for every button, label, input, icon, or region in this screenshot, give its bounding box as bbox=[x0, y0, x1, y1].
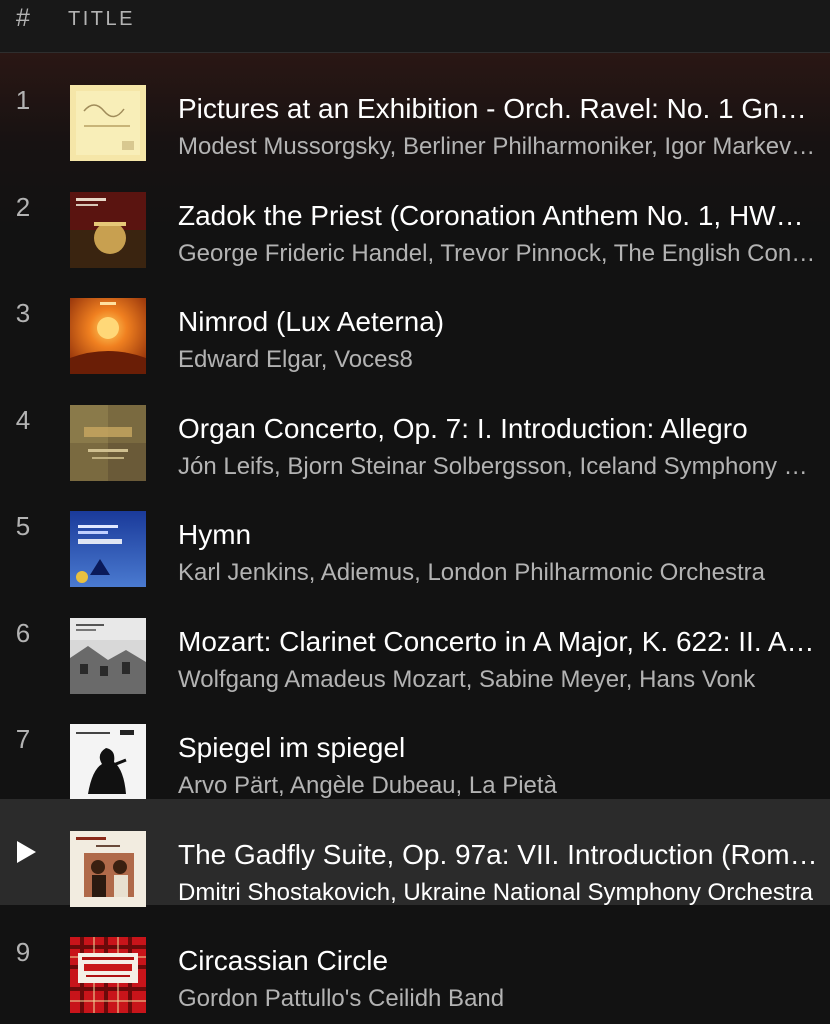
track-title[interactable]: Zadok the Priest (Coronation Anthem No. … bbox=[178, 200, 818, 232]
track-list: 1 Pictures at an Exhibition - Orch. Rave… bbox=[0, 53, 830, 1013]
track-artists[interactable]: Gordon Pattullo's Ceilidh Band bbox=[178, 985, 818, 1013]
track-title[interactable]: Nimrod (Lux Aeterna) bbox=[178, 306, 818, 338]
track-row[interactable]: 5 Hymn Karl Jenkins, Adiemus, London Phi… bbox=[0, 479, 830, 587]
album-cover bbox=[70, 404, 146, 481]
album-cover bbox=[70, 617, 146, 694]
track-artists[interactable]: Jón Leifs, Bjorn Steinar Solbergsson, Ic… bbox=[178, 453, 818, 481]
track-number: 9 bbox=[15, 937, 31, 967]
album-cover bbox=[70, 724, 146, 800]
track-title[interactable]: Spiegel im spiegel bbox=[178, 732, 818, 764]
album-cover bbox=[70, 298, 146, 374]
track-number: 2 bbox=[15, 191, 31, 222]
track-row[interactable]: 2 Zadok the Priest (Coronation Anthem No… bbox=[0, 160, 830, 268]
album-cover bbox=[70, 937, 146, 1013]
track-artists[interactable]: Wolfgang Amadeus Mozart, Sabine Meyer, H… bbox=[178, 666, 818, 694]
track-artists[interactable]: Modest Mussorgsky, Berliner Philharmonik… bbox=[178, 133, 818, 161]
title-column-header[interactable]: TITLE bbox=[68, 8, 135, 31]
album-cover bbox=[70, 85, 146, 161]
track-title[interactable]: Hymn bbox=[178, 519, 818, 551]
tracklist-header: # TITLE bbox=[0, 0, 830, 53]
track-artists[interactable]: Karl Jenkins, Adiemus, London Philharmon… bbox=[178, 559, 818, 587]
track-row[interactable]: 7 Spiegel im spiegel Arvo Pärt, Angèle D… bbox=[0, 692, 830, 800]
track-title[interactable]: Circassian Circle bbox=[178, 945, 818, 977]
track-artists[interactable]: Edward Elgar, Voces8 bbox=[178, 346, 818, 374]
track-number: 5 bbox=[15, 511, 31, 541]
play-icon[interactable] bbox=[17, 840, 36, 863]
track-row[interactable]: 6 Mozart: Clarinet Concerto in A Major, … bbox=[0, 586, 830, 694]
track-title[interactable]: Pictures at an Exhibition - Orch. Ravel:… bbox=[178, 93, 818, 125]
track-row-now-playing[interactable]: The Gadfly Suite, Op. 97a: VII. Introduc… bbox=[0, 798, 830, 907]
track-row[interactable]: 1 Pictures at an Exhibition - Orch. Rave… bbox=[0, 53, 830, 161]
track-title[interactable]: The Gadfly Suite, Op. 97a: VII. Introduc… bbox=[178, 839, 818, 871]
track-artists[interactable]: George Frideric Handel, Trevor Pinnock, … bbox=[178, 240, 818, 268]
track-number: 7 bbox=[15, 724, 31, 754]
track-row[interactable]: 9 Circassian Circle Gordon Pattullo's Ce… bbox=[0, 905, 830, 1013]
track-title[interactable]: Organ Concerto, Op. 7: I. Introduction: … bbox=[178, 413, 818, 445]
track-number: 1 bbox=[15, 85, 31, 115]
number-column-header: # bbox=[16, 4, 30, 32]
track-number: 3 bbox=[15, 298, 31, 328]
track-row[interactable]: 3 Nimrod (Lux Aeterna) Edward Elgar, Voc… bbox=[0, 266, 830, 374]
track-title[interactable]: Mozart: Clarinet Concerto in A Major, K.… bbox=[178, 626, 818, 658]
track-number: 4 bbox=[15, 404, 31, 435]
track-artists[interactable]: Dmitri Shostakovich, Ukraine National Sy… bbox=[178, 879, 818, 907]
track-artists[interactable]: Arvo Pärt, Angèle Dubeau, La Pietà bbox=[178, 772, 818, 800]
album-cover bbox=[70, 511, 146, 587]
track-row[interactable]: 4 Organ Concerto, Op. 7: I. Introduction… bbox=[0, 373, 830, 481]
track-number: 6 bbox=[15, 617, 31, 648]
album-cover bbox=[70, 191, 146, 268]
album-cover bbox=[70, 830, 146, 907]
